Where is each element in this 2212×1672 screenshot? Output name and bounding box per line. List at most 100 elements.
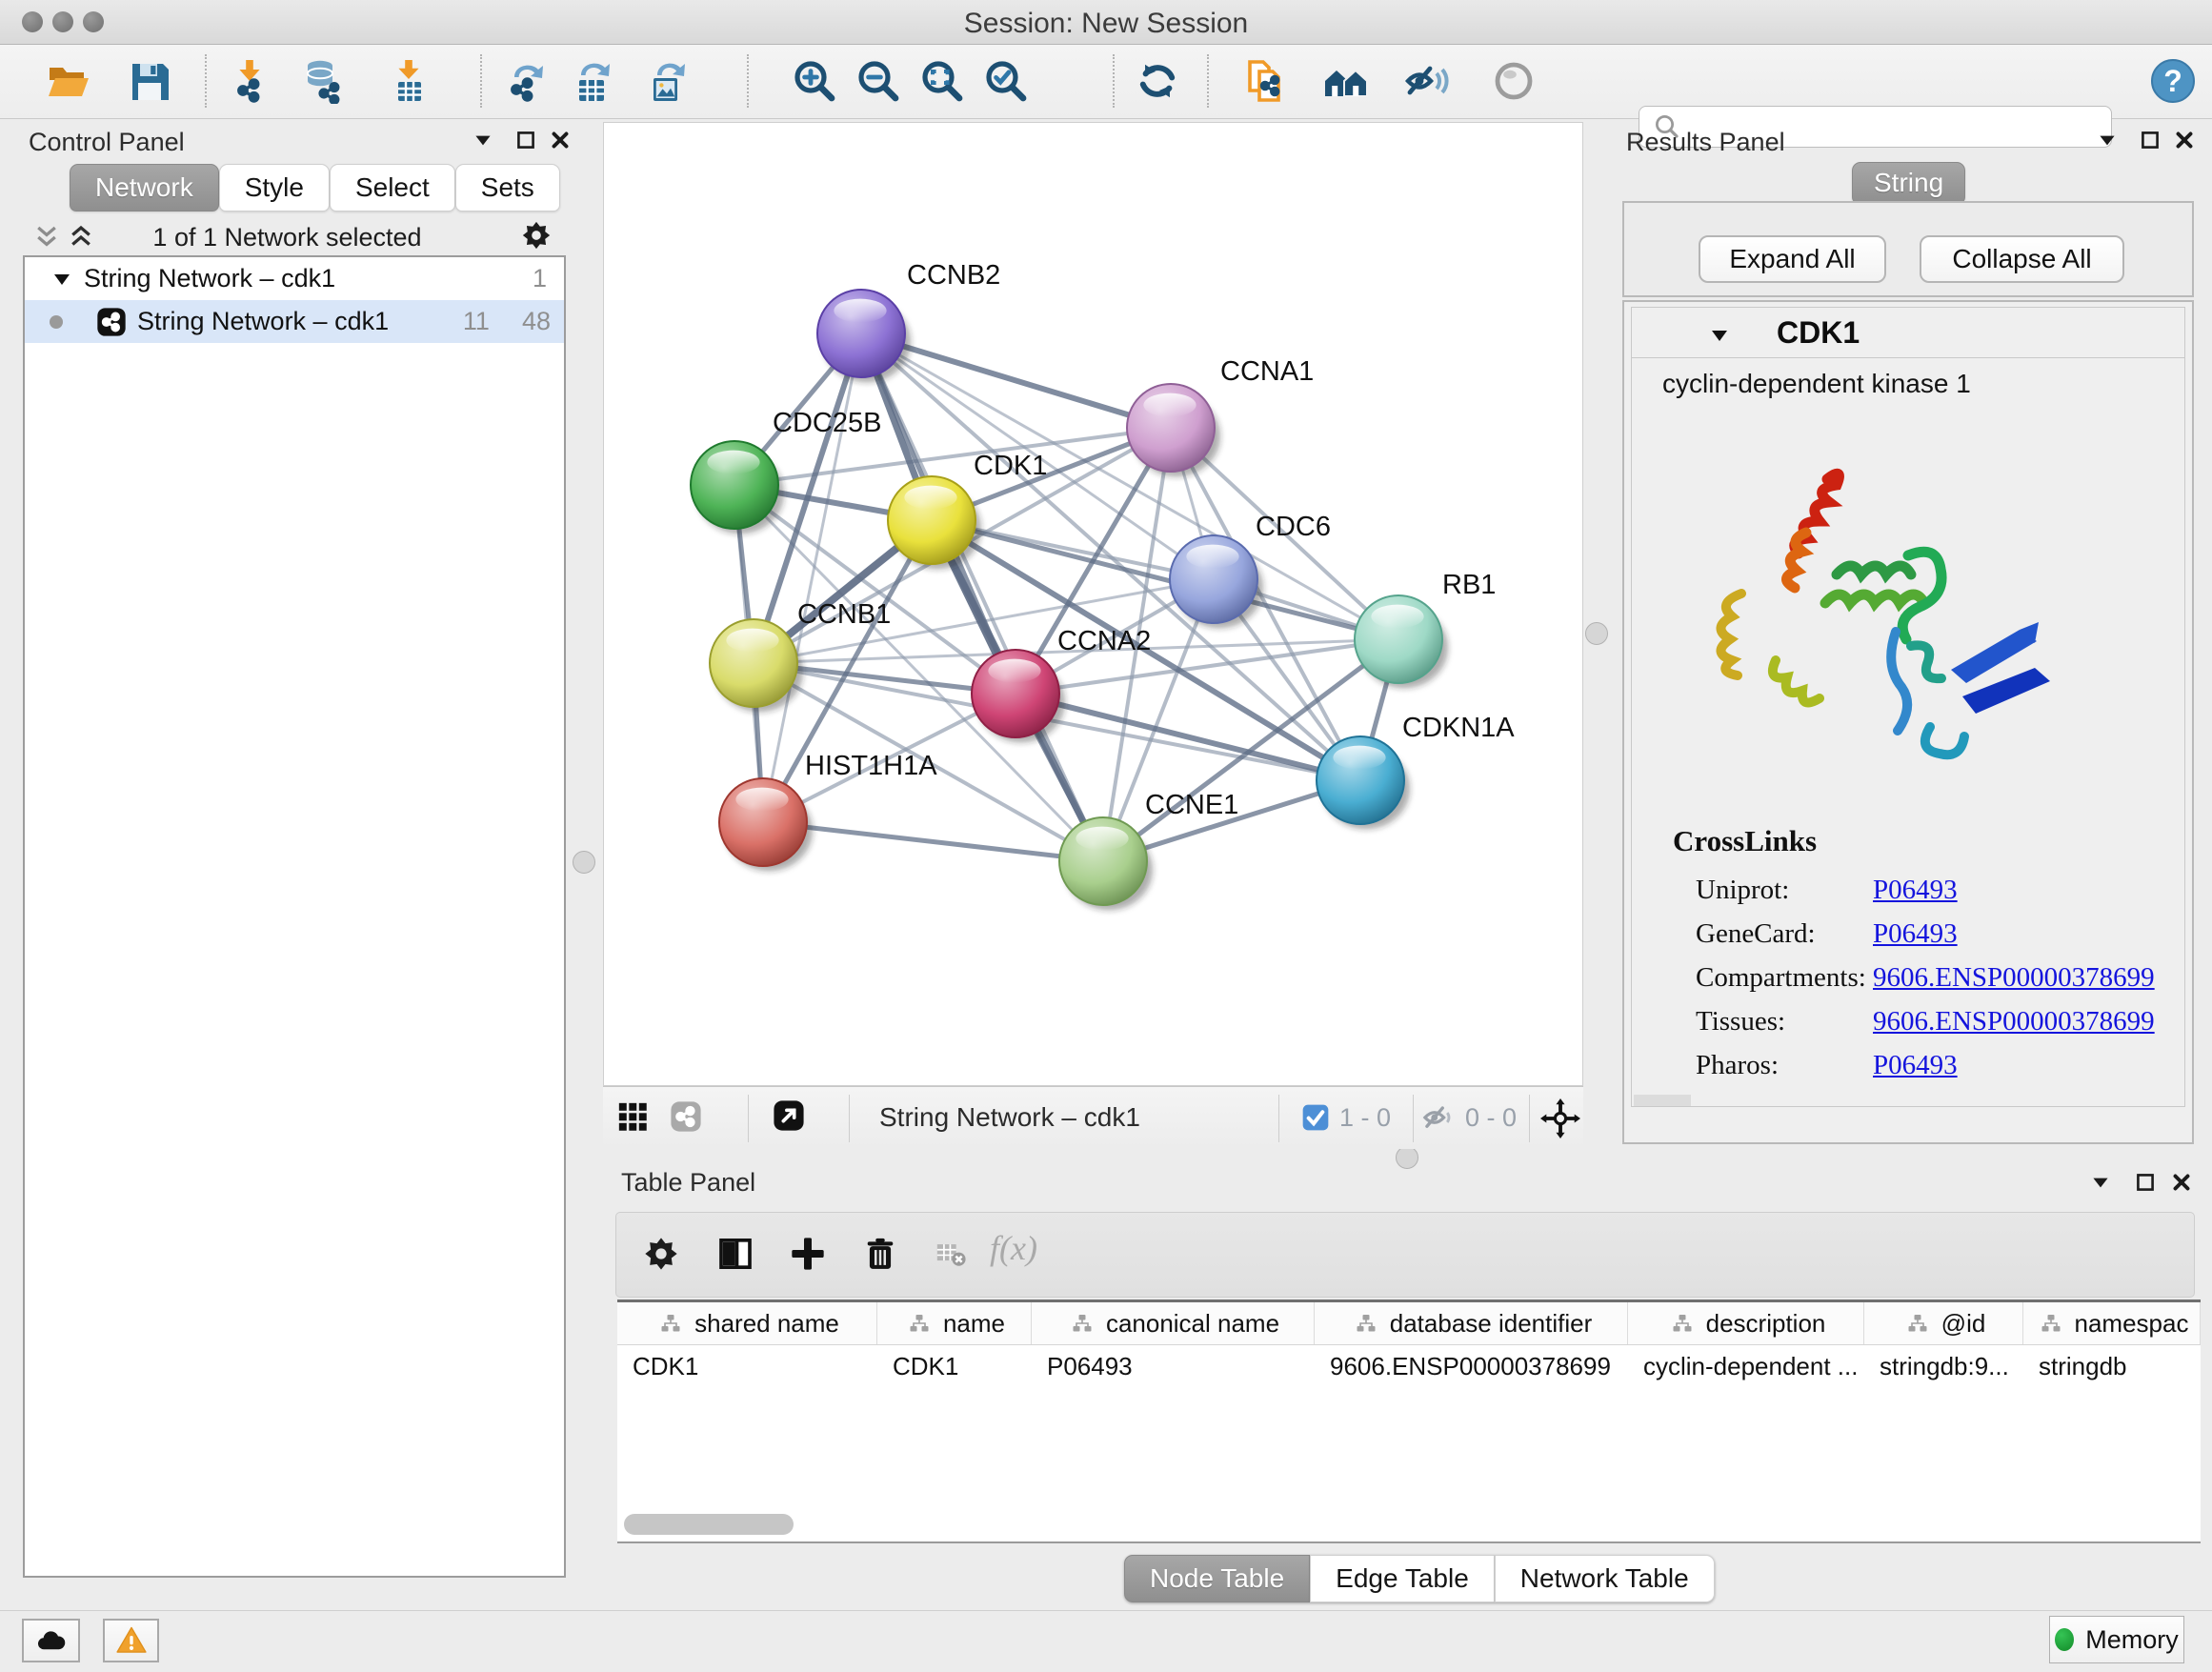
toolbar-separator bbox=[748, 1095, 749, 1142]
tab-select[interactable]: Select bbox=[330, 164, 455, 212]
memory-button[interactable]: Memory bbox=[2049, 1616, 2184, 1663]
import-network-file-icon[interactable] bbox=[226, 56, 275, 106]
delete-column-icon[interactable] bbox=[853, 1226, 908, 1281]
crosslink-link[interactable]: 9606.ENSP00000378699 bbox=[1873, 962, 2155, 994]
table-settings-gear-icon[interactable] bbox=[633, 1226, 689, 1281]
table-hscrollbar-thumb[interactable] bbox=[624, 1514, 794, 1535]
network-collection-row[interactable]: String Network – cdk1 1 bbox=[25, 257, 564, 300]
network-node[interactable] bbox=[1317, 736, 1404, 824]
tab-style[interactable]: Style bbox=[219, 164, 330, 212]
column-header-database-identifier[interactable]: database identifier bbox=[1315, 1302, 1628, 1344]
panel-float-icon[interactable] bbox=[2134, 124, 2166, 156]
import-table-icon[interactable] bbox=[385, 56, 434, 106]
apply-layout-icon[interactable] bbox=[1133, 56, 1182, 106]
first-neighbors-icon[interactable] bbox=[1321, 56, 1371, 106]
detach-view-icon[interactable] bbox=[773, 1099, 805, 1132]
panel-close-icon[interactable] bbox=[2165, 1166, 2198, 1199]
save-session-icon[interactable] bbox=[125, 56, 174, 106]
create-column-icon[interactable] bbox=[780, 1226, 835, 1281]
zoom-selected-icon[interactable] bbox=[981, 56, 1031, 106]
results-hscrollbar[interactable] bbox=[1634, 1095, 1691, 1106]
table-cell: P06493 bbox=[1032, 1345, 1315, 1387]
crosslink-label: Tissues: bbox=[1696, 1006, 1873, 1037]
node-label: HIST1H1A bbox=[805, 751, 937, 781]
tree-expander-icon[interactable] bbox=[46, 263, 78, 295]
network-node[interactable] bbox=[1059, 817, 1147, 905]
column-header-namespac[interactable]: namespac bbox=[2023, 1302, 2201, 1344]
vertical-splitter-right[interactable] bbox=[1584, 122, 1608, 1153]
network-node[interactable] bbox=[1355, 595, 1442, 683]
tab-network[interactable]: Network bbox=[70, 164, 219, 212]
network-row[interactable]: String Network – cdk1 11 48 bbox=[25, 300, 564, 343]
column-header-name[interactable]: name bbox=[877, 1302, 1032, 1344]
hidden-eye-icon[interactable] bbox=[1422, 1101, 1455, 1134]
show-columns-icon[interactable] bbox=[708, 1226, 763, 1281]
control-panel-tabs: Network Style Select Sets bbox=[70, 164, 560, 212]
birds-eye-toggle-icon[interactable] bbox=[1540, 1098, 1580, 1138]
warnings-button[interactable] bbox=[103, 1619, 159, 1662]
collapse-all-button[interactable]: Collapse All bbox=[1920, 235, 2124, 283]
entry-expander-icon[interactable] bbox=[1703, 319, 1736, 352]
crosslink-row: Uniprot:P06493 bbox=[1696, 868, 2172, 912]
splitter-handle[interactable] bbox=[1585, 622, 1608, 645]
network-node[interactable] bbox=[817, 290, 905, 377]
crosslink-row: GeneCard:P06493 bbox=[1696, 912, 2172, 956]
vertical-splitter-left[interactable] bbox=[568, 122, 600, 1580]
network-node[interactable] bbox=[1127, 384, 1215, 473]
panel-float-icon[interactable] bbox=[510, 124, 542, 156]
column-header--id[interactable]: @id bbox=[1864, 1302, 2023, 1344]
divider bbox=[1632, 357, 2184, 358]
network-node[interactable] bbox=[888, 476, 975, 564]
export-image-icon[interactable] bbox=[642, 56, 692, 106]
crosslink-link[interactable]: 9606.ENSP00000378699 bbox=[1873, 1006, 2155, 1037]
zoom-fit-icon[interactable] bbox=[917, 56, 967, 106]
panel-close-icon[interactable] bbox=[2168, 124, 2201, 156]
panel-float-icon[interactable] bbox=[2129, 1166, 2162, 1199]
network-node[interactable] bbox=[1170, 535, 1257, 623]
svg-text:?: ? bbox=[2163, 64, 2182, 98]
results-panel: Results Panel String Expand All Collapse… bbox=[1610, 122, 2212, 1153]
panel-collapse-icon[interactable] bbox=[467, 124, 499, 156]
show-all-icon[interactable] bbox=[1489, 56, 1538, 106]
column-header-canonical-name[interactable]: canonical name bbox=[1032, 1302, 1315, 1344]
column-header-shared-name[interactable]: shared name bbox=[617, 1302, 877, 1344]
gene-description: cyclin-dependent kinase 1 bbox=[1662, 369, 1971, 399]
tab-string[interactable]: String bbox=[1852, 162, 1965, 204]
network-node[interactable] bbox=[710, 619, 797, 707]
crosslinks-title: CrossLinks bbox=[1673, 824, 1817, 858]
network-view-canvas[interactable]: CCNB2CCNA1CDC25BCDK1CDC6RB1CCNB1CCNA2CDK… bbox=[603, 122, 1583, 1086]
selected-checkbox-icon[interactable] bbox=[1299, 1101, 1332, 1134]
panel-collapse-icon[interactable] bbox=[2091, 124, 2123, 156]
tab-network-table[interactable]: Network Table bbox=[1495, 1555, 1715, 1602]
hide-selected-icon[interactable] bbox=[1402, 56, 1452, 106]
export-network-icon[interactable] bbox=[501, 56, 551, 106]
export-table-icon[interactable] bbox=[568, 56, 617, 106]
tab-sets[interactable]: Sets bbox=[455, 164, 560, 212]
network-overview-icon[interactable] bbox=[670, 1100, 702, 1133]
table-row[interactable]: CDK1CDK1P064939606.ENSP00000378699cyclin… bbox=[617, 1345, 2201, 1387]
open-session-icon[interactable] bbox=[44, 56, 93, 106]
tab-edge-table[interactable]: Edge Table bbox=[1310, 1555, 1495, 1602]
zoom-in-icon[interactable] bbox=[790, 56, 839, 106]
crosslink-link[interactable]: P06493 bbox=[1873, 1050, 1958, 1081]
crosslink-link[interactable]: P06493 bbox=[1873, 875, 1958, 906]
node-table[interactable]: shared namenamecanonical namedatabase id… bbox=[617, 1299, 2201, 1543]
collection-label: String Network – cdk1 bbox=[84, 264, 335, 293]
column-header-description[interactable]: description bbox=[1628, 1302, 1864, 1344]
import-network-database-icon[interactable] bbox=[299, 56, 349, 106]
crosslink-link[interactable]: P06493 bbox=[1873, 918, 1958, 950]
help-icon[interactable]: ? bbox=[2148, 56, 2198, 106]
cloud-status-button[interactable] bbox=[22, 1619, 80, 1662]
splitter-handle[interactable] bbox=[573, 851, 595, 874]
expand-all-button[interactable]: Expand All bbox=[1699, 235, 1886, 283]
show-grid-icon[interactable] bbox=[616, 1100, 649, 1133]
network-options-gear-icon[interactable] bbox=[520, 219, 553, 252]
delete-table-icon bbox=[923, 1226, 978, 1281]
table-cell: CDK1 bbox=[877, 1345, 1032, 1387]
new-network-from-selection-icon[interactable] bbox=[1240, 56, 1290, 106]
panel-collapse-icon[interactable] bbox=[2084, 1166, 2117, 1199]
zoom-out-icon[interactable] bbox=[854, 56, 903, 106]
string-network-graph[interactable]: CCNB2CCNA1CDC25BCDK1CDC6RB1CCNB1CCNA2CDK… bbox=[604, 123, 1582, 1085]
table-cell: cyclin-dependent ... bbox=[1628, 1345, 1864, 1387]
tab-node-table[interactable]: Node Table bbox=[1124, 1555, 1310, 1602]
